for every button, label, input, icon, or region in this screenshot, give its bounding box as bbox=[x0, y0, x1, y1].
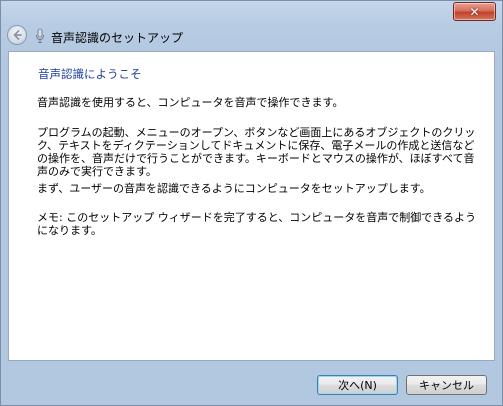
close-icon: ✕ bbox=[469, 4, 480, 19]
wizard-content-panel: 音声認識にようこそ 音声認識を使用すると、コンピュータを音声で操作できます。 プ… bbox=[8, 51, 495, 361]
page-heading: 音声認識にようこそ bbox=[38, 67, 142, 81]
setup-paragraph: まず、ユーザーの音声を認識できるようにコンピュータをセットアップします。 bbox=[37, 182, 431, 195]
note-paragraph: メモ: このセットアップ ウィザードを完了すると、コンピュータを音声で制御できる… bbox=[37, 211, 477, 237]
microphone-icon bbox=[36, 28, 44, 43]
title-bar: ✕ bbox=[1, 1, 502, 23]
navigation-bar: 音声認識のセットアップ bbox=[1, 23, 502, 49]
wizard-window: ✕ 音声認識のセットアップ 音声認識にようこそ 音声認識を使用すると、コンピュー… bbox=[0, 0, 503, 406]
cancel-button[interactable]: キャンセル bbox=[406, 375, 487, 395]
wizard-title: 音声認識のセットアップ bbox=[51, 31, 184, 45]
wizard-footer: 次へ(N) キャンセル bbox=[1, 361, 502, 405]
back-arrow-icon bbox=[13, 30, 22, 40]
next-button[interactable]: 次へ(N) bbox=[317, 375, 398, 395]
intro-paragraph: 音声認識を使用すると、コンピュータを音声で操作できます。 bbox=[37, 96, 344, 109]
back-button[interactable] bbox=[7, 25, 27, 45]
description-paragraph: プログラムの起動、メニューのオープン、ボタンなど画面上にあるオブジェクトのクリッ… bbox=[37, 126, 476, 178]
close-button[interactable]: ✕ bbox=[453, 2, 496, 21]
